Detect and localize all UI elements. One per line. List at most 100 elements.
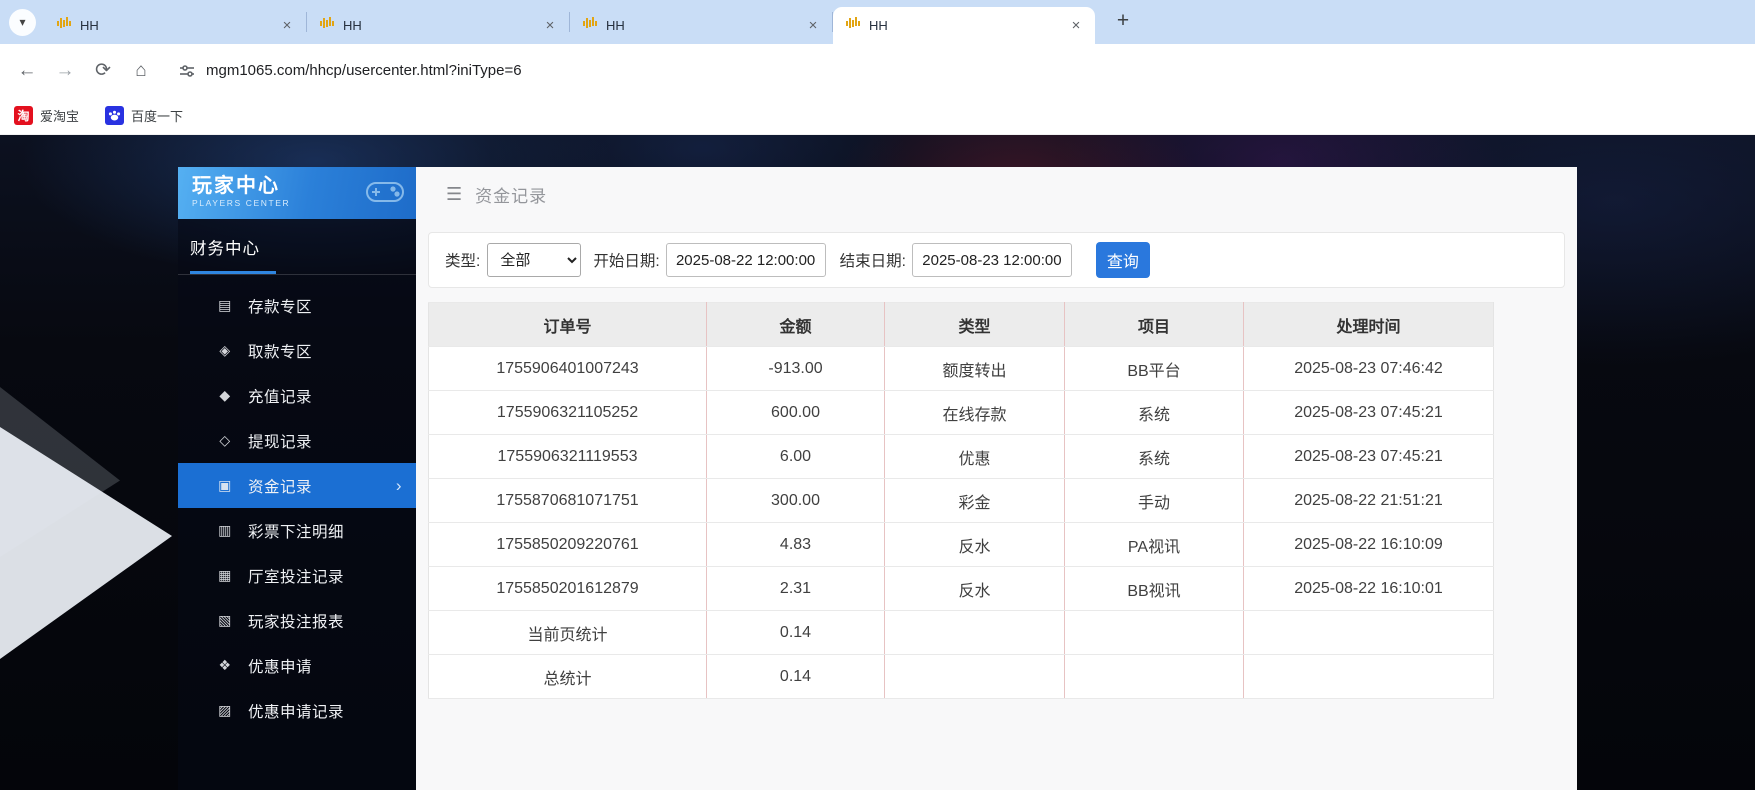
table-cell: 300.00 (707, 479, 885, 523)
table-cell (1244, 655, 1494, 699)
table-cell: 2025-08-22 16:10:09 (1244, 523, 1494, 567)
sidebar-item-player-bet-report[interactable]: ▧玩家投注报表› (178, 598, 416, 643)
sidebar-item-label: 玩家投注报表 (248, 610, 344, 632)
withdraw-icon: ◈ (216, 342, 234, 359)
table-cell: BB平台 (1065, 347, 1244, 391)
bookmark-baidu[interactable]: 百度一下 (105, 106, 183, 125)
sidebar-item-label: 厅室投注记录 (248, 565, 344, 587)
home-icon[interactable]: ⌂ (122, 60, 160, 82)
hall-bet-record-icon: ▦ (216, 567, 234, 584)
tab-close-icon[interactable]: × (278, 17, 296, 35)
start-date-input[interactable] (666, 243, 826, 277)
table-cell: 2025-08-23 07:45:21 (1244, 391, 1494, 435)
table-cell: 2025-08-23 07:45:21 (1244, 435, 1494, 479)
sidebar-item-label: 优惠申请记录 (248, 700, 344, 722)
tab-title: HH (80, 18, 270, 33)
table-cell: 1755906321105252 (429, 391, 707, 435)
table-row: 1755870681071751300.00彩金手动2025-08-22 21:… (429, 479, 1494, 523)
table-cell: 1755870681071751 (429, 479, 707, 523)
table-cell: 0.14 (707, 611, 885, 655)
table-cell: 在线存款 (885, 391, 1065, 435)
tab-close-icon[interactable]: × (541, 17, 559, 35)
tab-search-button[interactable]: ▾ (9, 9, 36, 36)
browser-tab[interactable]: HH× (833, 7, 1095, 44)
sidebar-item-funds-record[interactable]: ▣ 资金记录 › (178, 463, 416, 508)
table-header-cell: 订单号 (429, 303, 707, 347)
site-favicon (319, 15, 335, 36)
table-row: 总统计0.14 (429, 655, 1494, 699)
chevron-right-icon: › (396, 476, 402, 496)
table-cell: 6.00 (707, 435, 885, 479)
sidebar-item-hall-bet-record[interactable]: ▦厅室投注记录› (178, 553, 416, 598)
player-bet-report-icon: ▧ (216, 612, 234, 629)
sidebar-item-label: 资金记录 (248, 475, 312, 497)
table-row: 17558502092207614.83反水PA视讯2025-08-22 16:… (429, 523, 1494, 567)
funds-record-icon: ▣ (216, 477, 234, 494)
table-header-cell: 类型 (885, 303, 1065, 347)
table-row: 当前页统计0.14 (429, 611, 1494, 655)
table-cell: 手动 (1065, 479, 1244, 523)
page-title: 资金记录 (475, 182, 547, 207)
lottery-bet-detail-icon: ▥ (216, 522, 234, 539)
bookmark-taobao[interactable]: 淘 爱淘宝 (14, 106, 79, 125)
table-cell (1065, 655, 1244, 699)
table-cell: 1755850209220761 (429, 523, 707, 567)
promo-apply-icon: ❖ (216, 657, 234, 674)
browser-tab[interactable]: HH× (570, 7, 832, 44)
taobao-icon: 淘 (14, 106, 33, 125)
funds-table: 订单号金额类型项目处理时间 1755906401007243-913.00额度转… (428, 302, 1494, 699)
sidebar-item-label: 充值记录 (248, 385, 312, 407)
sidebar-item-lottery-bet-detail[interactable]: ▥彩票下注明细› (178, 508, 416, 553)
table-header-cell: 金额 (707, 303, 885, 347)
new-tab-button[interactable]: + (1109, 8, 1137, 36)
sidebar-item-recharge-record[interactable]: ◆充值记录› (178, 373, 416, 418)
site-info-icon[interactable] (178, 62, 196, 80)
gamepad-icon (364, 178, 406, 211)
sidebar-item-withdraw[interactable]: ◈取款专区› (178, 328, 416, 373)
table-cell: 反水 (885, 567, 1065, 611)
reload-icon[interactable]: ⟳ (84, 59, 122, 82)
table-row: 1755906401007243-913.00额度转出BB平台2025-08-2… (429, 347, 1494, 391)
table-cell: BB视讯 (1065, 567, 1244, 611)
search-button[interactable]: 查询 (1096, 242, 1150, 278)
table-cell: 2025-08-22 21:51:21 (1244, 479, 1494, 523)
address-bar[interactable]: mgm1065.com/hhcp/usercenter.html?iniType… (206, 62, 522, 79)
table-cell: 4.83 (707, 523, 885, 567)
table-cell: 2.31 (707, 567, 885, 611)
browser-tab[interactable]: HH× (307, 7, 569, 44)
table-cell: -913.00 (707, 347, 885, 391)
tab-close-icon[interactable]: × (1067, 17, 1085, 35)
hamburger-icon[interactable]: ☰ (446, 184, 462, 205)
sidebar-item-promo-apply[interactable]: ❖优惠申请› (178, 643, 416, 688)
forward-icon[interactable]: → (46, 60, 84, 82)
back-icon[interactable]: ← (8, 60, 46, 82)
browser-tab[interactable]: HH × (44, 7, 306, 44)
table-cell: 1755906321119553 (429, 435, 707, 479)
sidebar-item-label: 优惠申请 (248, 655, 312, 677)
table-cell: 额度转出 (885, 347, 1065, 391)
sidebar-item-label: 彩票下注明细 (248, 520, 344, 542)
table-cell: 系统 (1065, 391, 1244, 435)
sidebar-item-label: 存款专区 (248, 295, 312, 317)
type-label: 类型: (445, 249, 480, 271)
sidebar-item-withdrawal-record[interactable]: ◇提现记录› (178, 418, 416, 463)
tab-close-icon[interactable]: × (804, 17, 822, 35)
site-favicon (56, 15, 72, 36)
deposit-icon: ▤ (216, 297, 234, 314)
sidebar-item-promo-record[interactable]: ▨优惠申请记录› (178, 688, 416, 733)
table-cell: 彩金 (885, 479, 1065, 523)
baidu-paw-icon (105, 106, 124, 125)
main-header: ☰ 资金记录 (416, 167, 1577, 222)
finance-center-underline (190, 271, 276, 274)
table-cell (885, 611, 1065, 655)
sidebar-item-deposit[interactable]: ▤存款专区› (178, 283, 416, 328)
type-select[interactable]: 全部 (487, 243, 581, 277)
table-cell: 1755906401007243 (429, 347, 707, 391)
end-date-input[interactable] (912, 243, 1072, 277)
funds-main-panel: ☰ 资金记录 类型: 全部 开始日期: 结束日期: 查询 订单号金额类型项目处理… (416, 167, 1577, 790)
table-cell (885, 655, 1065, 699)
bookmark-label: 百度一下 (131, 106, 183, 125)
sidebar-item-label: 提现记录 (248, 430, 312, 452)
sidebar-menu: ▤存款专区›◈取款专区›◆充值记录›◇提现记录›▣资金记录›▥彩票下注明细›▦厅… (178, 275, 416, 733)
bookmark-label: 爱淘宝 (40, 106, 79, 125)
